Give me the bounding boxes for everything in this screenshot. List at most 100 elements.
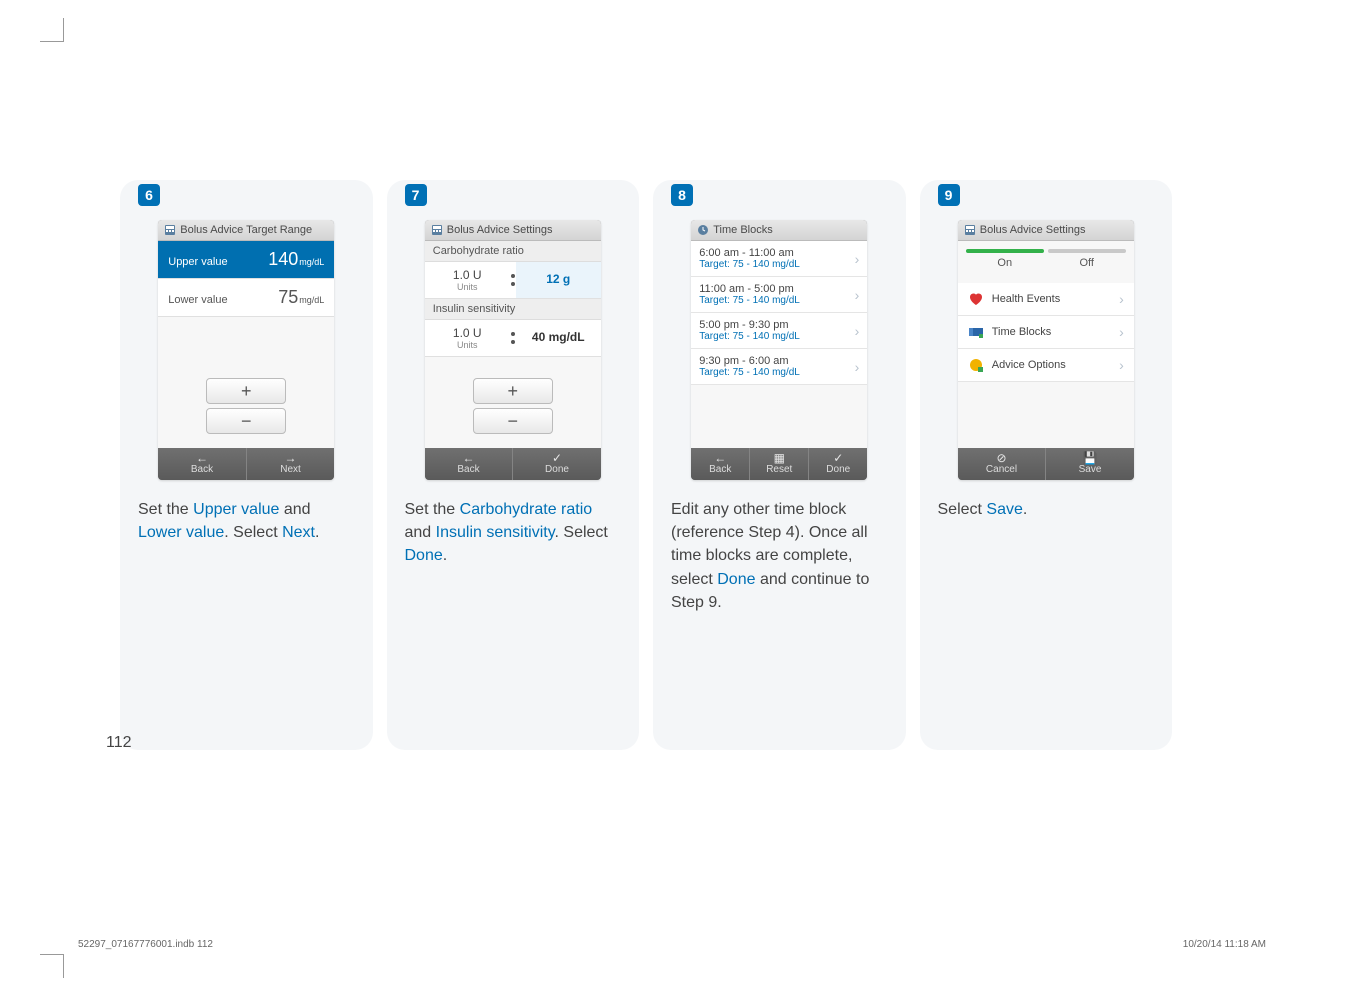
arrow-left-icon: ← xyxy=(196,452,208,464)
back-button[interactable]: ← Back xyxy=(158,448,246,480)
time-block-row[interactable]: 9:30 pm - 6:00 amTarget: 75 - 140 mg/dL› xyxy=(691,349,867,385)
caption-highlight: Lower value xyxy=(138,524,224,541)
phone-title: Bolus Advice Settings xyxy=(447,224,553,236)
minus-button[interactable]: − xyxy=(473,408,553,434)
arrow-right-icon: → xyxy=(285,452,297,464)
phone-step-9: Bolus Advice Settings On Off xyxy=(958,220,1134,480)
right-value: 12 g xyxy=(516,262,601,298)
advice-options-item[interactable]: Advice Options › xyxy=(958,349,1134,382)
button-label: Done xyxy=(545,464,569,475)
print-job-ref: 52297_07167776001.indb 112 xyxy=(78,939,213,950)
phone-footer: ← Back → Next xyxy=(158,448,334,480)
grid-icon: ▦ xyxy=(774,452,785,464)
check-icon: ✓ xyxy=(833,452,843,464)
document-page: 6 Bolus Advice Target Range Upper value … xyxy=(0,0,1362,996)
row-target: Target: 75 - 140 mg/dL xyxy=(699,367,800,378)
step-8-column: 8 Time Blocks 6:00 am - 11:00 amTarget: … xyxy=(653,180,906,750)
advice-icon xyxy=(968,357,984,373)
row-target: Target: 75 - 140 mg/dL xyxy=(699,295,800,306)
phone-header: Bolus Advice Target Range xyxy=(158,220,334,241)
on-off-toggle[interactable]: On Off xyxy=(966,249,1126,273)
phone-header: Bolus Advice Settings xyxy=(958,220,1134,241)
step-caption: Set the Upper value and Lower value. Sel… xyxy=(138,498,355,544)
calculator-icon xyxy=(964,224,976,236)
caption-text: . xyxy=(315,524,319,541)
crop-mark xyxy=(40,18,64,42)
chevron-right-icon: › xyxy=(855,323,860,339)
heart-icon xyxy=(968,291,984,307)
step-9-column: 9 Bolus Advice Settings On xyxy=(920,180,1173,750)
button-label: Cancel xyxy=(986,464,1017,475)
reset-button[interactable]: ▦ Reset xyxy=(749,448,808,480)
plus-button[interactable]: + xyxy=(206,378,286,404)
phone-footer: ← Back ✓ Done xyxy=(425,448,601,480)
row-target: Target: 75 - 140 mg/dL xyxy=(699,259,800,270)
caption-highlight: Save xyxy=(986,501,1022,518)
done-button[interactable]: ✓ Done xyxy=(808,448,867,480)
button-label: Next xyxy=(280,464,301,475)
section-label: Insulin sensitivity xyxy=(425,299,601,320)
section-label: Carbohydrate ratio xyxy=(425,241,601,262)
button-label: Back xyxy=(457,464,479,475)
time-block-row[interactable]: 5:00 pm - 9:30 pmTarget: 75 - 140 mg/dL› xyxy=(691,313,867,349)
row-time-range: 6:00 am - 11:00 am xyxy=(699,247,800,259)
upper-value-row[interactable]: Upper value 140mg/dL xyxy=(158,241,334,279)
phone-body: 6:00 am - 11:00 amTarget: 75 - 140 mg/dL… xyxy=(691,241,867,448)
item-label: Health Events xyxy=(992,293,1060,305)
step-6-column: 6 Bolus Advice Target Range Upper value … xyxy=(120,180,373,750)
crop-mark xyxy=(40,954,64,978)
plus-button[interactable]: + xyxy=(473,378,553,404)
item-label: Advice Options xyxy=(992,359,1066,371)
button-label: Save xyxy=(1079,464,1102,475)
next-button[interactable]: → Next xyxy=(246,448,335,480)
button-label: Reset xyxy=(766,464,792,475)
back-button[interactable]: ← Back xyxy=(425,448,513,480)
clock-icon xyxy=(697,224,709,236)
calculator-icon xyxy=(431,224,443,236)
phone-body: Upper value 140mg/dL Lower value 75mg/dL xyxy=(158,241,334,448)
step-caption: Select Save. xyxy=(938,498,1028,521)
phone-step-6: Bolus Advice Target Range Upper value 14… xyxy=(158,220,334,480)
health-events-item[interactable]: Health Events › xyxy=(958,283,1134,316)
time-block-row[interactable]: 11:00 am - 5:00 pmTarget: 75 - 140 mg/dL… xyxy=(691,277,867,313)
time-block-row[interactable]: 6:00 am - 11:00 amTarget: 75 - 140 mg/dL… xyxy=(691,241,867,277)
cancel-button[interactable]: ⊘ Cancel xyxy=(958,448,1046,480)
caption-text: Set the xyxy=(138,501,193,518)
save-button[interactable]: 💾 Save xyxy=(1045,448,1134,480)
chevron-right-icon: › xyxy=(855,251,860,267)
caption-text: and xyxy=(279,501,310,518)
row-time-range: 11:00 am - 5:00 pm xyxy=(699,283,800,295)
step-columns: 6 Bolus Advice Target Range Upper value … xyxy=(120,180,1172,750)
step-badge: 7 xyxy=(405,184,427,206)
time-blocks-item[interactable]: Time Blocks › xyxy=(958,316,1134,349)
insulin-sensitivity-row[interactable]: 1.0 U Units 40 mg/dL xyxy=(425,320,601,357)
check-icon: ✓ xyxy=(552,452,562,464)
ratio-left: 1.0 U Units xyxy=(425,320,510,356)
lower-value-row[interactable]: Lower value 75mg/dL xyxy=(158,279,334,317)
phone-body: On Off Health Events xyxy=(958,241,1134,448)
back-button[interactable]: ← Back xyxy=(691,448,749,480)
step-badge: 6 xyxy=(138,184,160,206)
caption-highlight: Next xyxy=(282,524,315,541)
toggle-on[interactable]: On xyxy=(966,249,1044,273)
calculator-icon xyxy=(164,224,176,236)
minus-button[interactable]: − xyxy=(206,408,286,434)
phone-title: Time Blocks xyxy=(713,224,773,236)
carb-ratio-row[interactable]: 1.0 U Units 12 g xyxy=(425,262,601,299)
left-unit: Units xyxy=(429,282,506,292)
caption-text: and xyxy=(405,524,436,541)
row-value: 140 xyxy=(268,249,298,269)
ratio-left: 1.0 U Units xyxy=(425,262,510,298)
phone-footer: ⊘ Cancel 💾 Save xyxy=(958,448,1134,480)
save-icon: 💾 xyxy=(1083,452,1098,464)
phone-step-8: Time Blocks 6:00 am - 11:00 amTarget: 75… xyxy=(691,220,867,480)
toggle-label: Off xyxy=(1080,257,1094,269)
done-button[interactable]: ✓ Done xyxy=(512,448,601,480)
caption-text: . Select xyxy=(224,524,282,541)
row-target: Target: 75 - 140 mg/dL xyxy=(699,331,800,342)
step-7-column: 7 Bolus Advice Settings Carbohydrate rat… xyxy=(387,180,640,750)
caption-highlight: Done xyxy=(717,571,755,588)
step-badge: 8 xyxy=(671,184,693,206)
toggle-off[interactable]: Off xyxy=(1048,249,1126,273)
stepper-controls: + − xyxy=(473,378,553,438)
